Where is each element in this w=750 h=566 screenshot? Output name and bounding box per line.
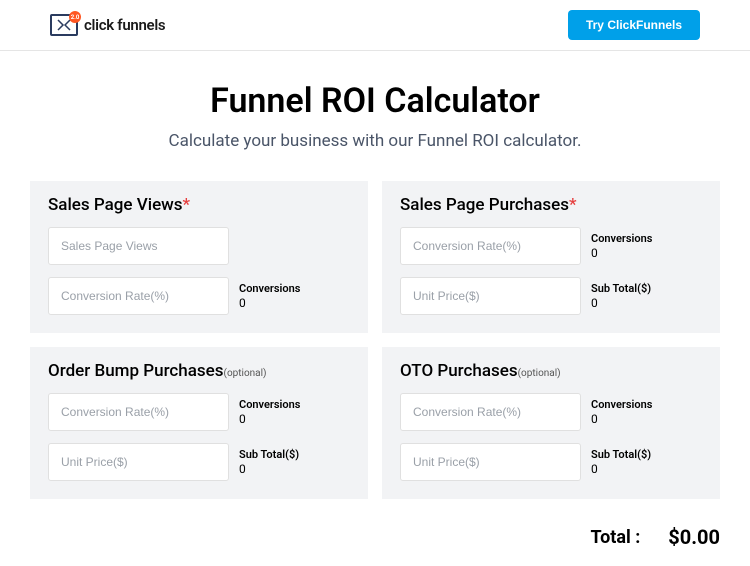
logo[interactable]: 2.0 click funnels — [50, 14, 165, 36]
card-title: Sales Page Views* — [48, 195, 350, 215]
subtotal-label: Sub Total($) — [239, 448, 350, 461]
output-group: Conversions 0 — [591, 232, 702, 260]
optional-text: (optional) — [518, 368, 561, 379]
conversions-label: Conversions — [591, 398, 702, 411]
conversions-value: 0 — [239, 412, 350, 426]
card-title-text: Sales Page Views — [48, 195, 183, 215]
card-title: Order Bump Purchases(optional) — [48, 361, 350, 381]
card-title: OTO Purchases(optional) — [400, 361, 702, 381]
sales-page-purchases-card: Sales Page Purchases* Conversions 0 Sub … — [382, 181, 720, 333]
field-row: Sub Total($) 0 — [400, 277, 702, 315]
total-label: Total : — [590, 527, 640, 548]
oto-purchases-card: OTO Purchases(optional) Conversions 0 Su… — [382, 347, 720, 499]
card-title-text: OTO Purchases — [400, 361, 518, 381]
conversions-label: Conversions — [239, 398, 350, 411]
card-title-text: Sales Page Purchases — [400, 195, 569, 215]
subtotal-label: Sub Total($) — [591, 282, 702, 295]
card-title: Sales Page Purchases* — [400, 195, 702, 215]
subtotal-label: Sub Total($) — [591, 448, 702, 461]
subtotal-value: 0 — [591, 462, 702, 476]
output-group: Sub Total($) 0 — [239, 448, 350, 476]
field-row: Sub Total($) 0 — [48, 443, 350, 481]
field-row — [48, 227, 350, 265]
cards-grid: Sales Page Views* Conversions 0 Sales Pa… — [30, 181, 720, 499]
output-group: Conversions 0 — [239, 398, 350, 426]
conversions-value: 0 — [239, 296, 350, 310]
order-bump-purchases-card: Order Bump Purchases(optional) Conversio… — [30, 347, 368, 499]
sales-page-views-input[interactable] — [48, 227, 229, 265]
required-mark: * — [569, 195, 577, 215]
subtotal-value: 0 — [591, 296, 702, 310]
output-group: Sub Total($) 0 — [591, 448, 702, 476]
oto-conversion-rate-input[interactable] — [400, 393, 581, 431]
main: Funnel ROI Calculator Calculate your bus… — [0, 51, 750, 509]
optional-text: (optional) — [224, 368, 267, 379]
output-group: Sub Total($) 0 — [591, 282, 702, 310]
sales-purchases-unit-price-input[interactable] — [400, 277, 581, 315]
field-row: Conversions 0 — [48, 393, 350, 431]
brand-name: click funnels — [84, 16, 165, 34]
order-bump-unit-price-input[interactable] — [48, 443, 229, 481]
page-title: Funnel ROI Calculator — [30, 81, 720, 121]
page-subtitle: Calculate your business with our Funnel … — [30, 131, 720, 151]
logo-badge: 2.0 — [69, 11, 81, 23]
order-bump-conversion-rate-input[interactable] — [48, 393, 229, 431]
total-value: $0.00 — [668, 525, 720, 549]
card-title-text: Order Bump Purchases — [48, 361, 224, 381]
oto-unit-price-input[interactable] — [400, 443, 581, 481]
conversions-label: Conversions — [239, 282, 350, 295]
header: 2.0 click funnels Try ClickFunnels — [0, 0, 750, 51]
sales-purchases-conversion-rate-input[interactable] — [400, 227, 581, 265]
sales-page-views-card: Sales Page Views* Conversions 0 — [30, 181, 368, 333]
conversions-label: Conversions — [591, 232, 702, 245]
sales-page-views-conversion-rate-input[interactable] — [48, 277, 229, 315]
output-group: Conversions 0 — [239, 282, 350, 310]
output-group: Conversions 0 — [591, 398, 702, 426]
conversions-value: 0 — [591, 412, 702, 426]
field-row: Conversions 0 — [400, 227, 702, 265]
subtotal-value: 0 — [239, 462, 350, 476]
field-row: Conversions 0 — [48, 277, 350, 315]
field-row: Sub Total($) 0 — [400, 443, 702, 481]
total-row: Total : $0.00 — [0, 509, 750, 559]
required-mark: * — [183, 195, 191, 215]
logo-icon: 2.0 — [50, 14, 78, 36]
try-clickfunnels-button[interactable]: Try ClickFunnels — [568, 10, 700, 40]
field-row: Conversions 0 — [400, 393, 702, 431]
conversions-value: 0 — [591, 246, 702, 260]
